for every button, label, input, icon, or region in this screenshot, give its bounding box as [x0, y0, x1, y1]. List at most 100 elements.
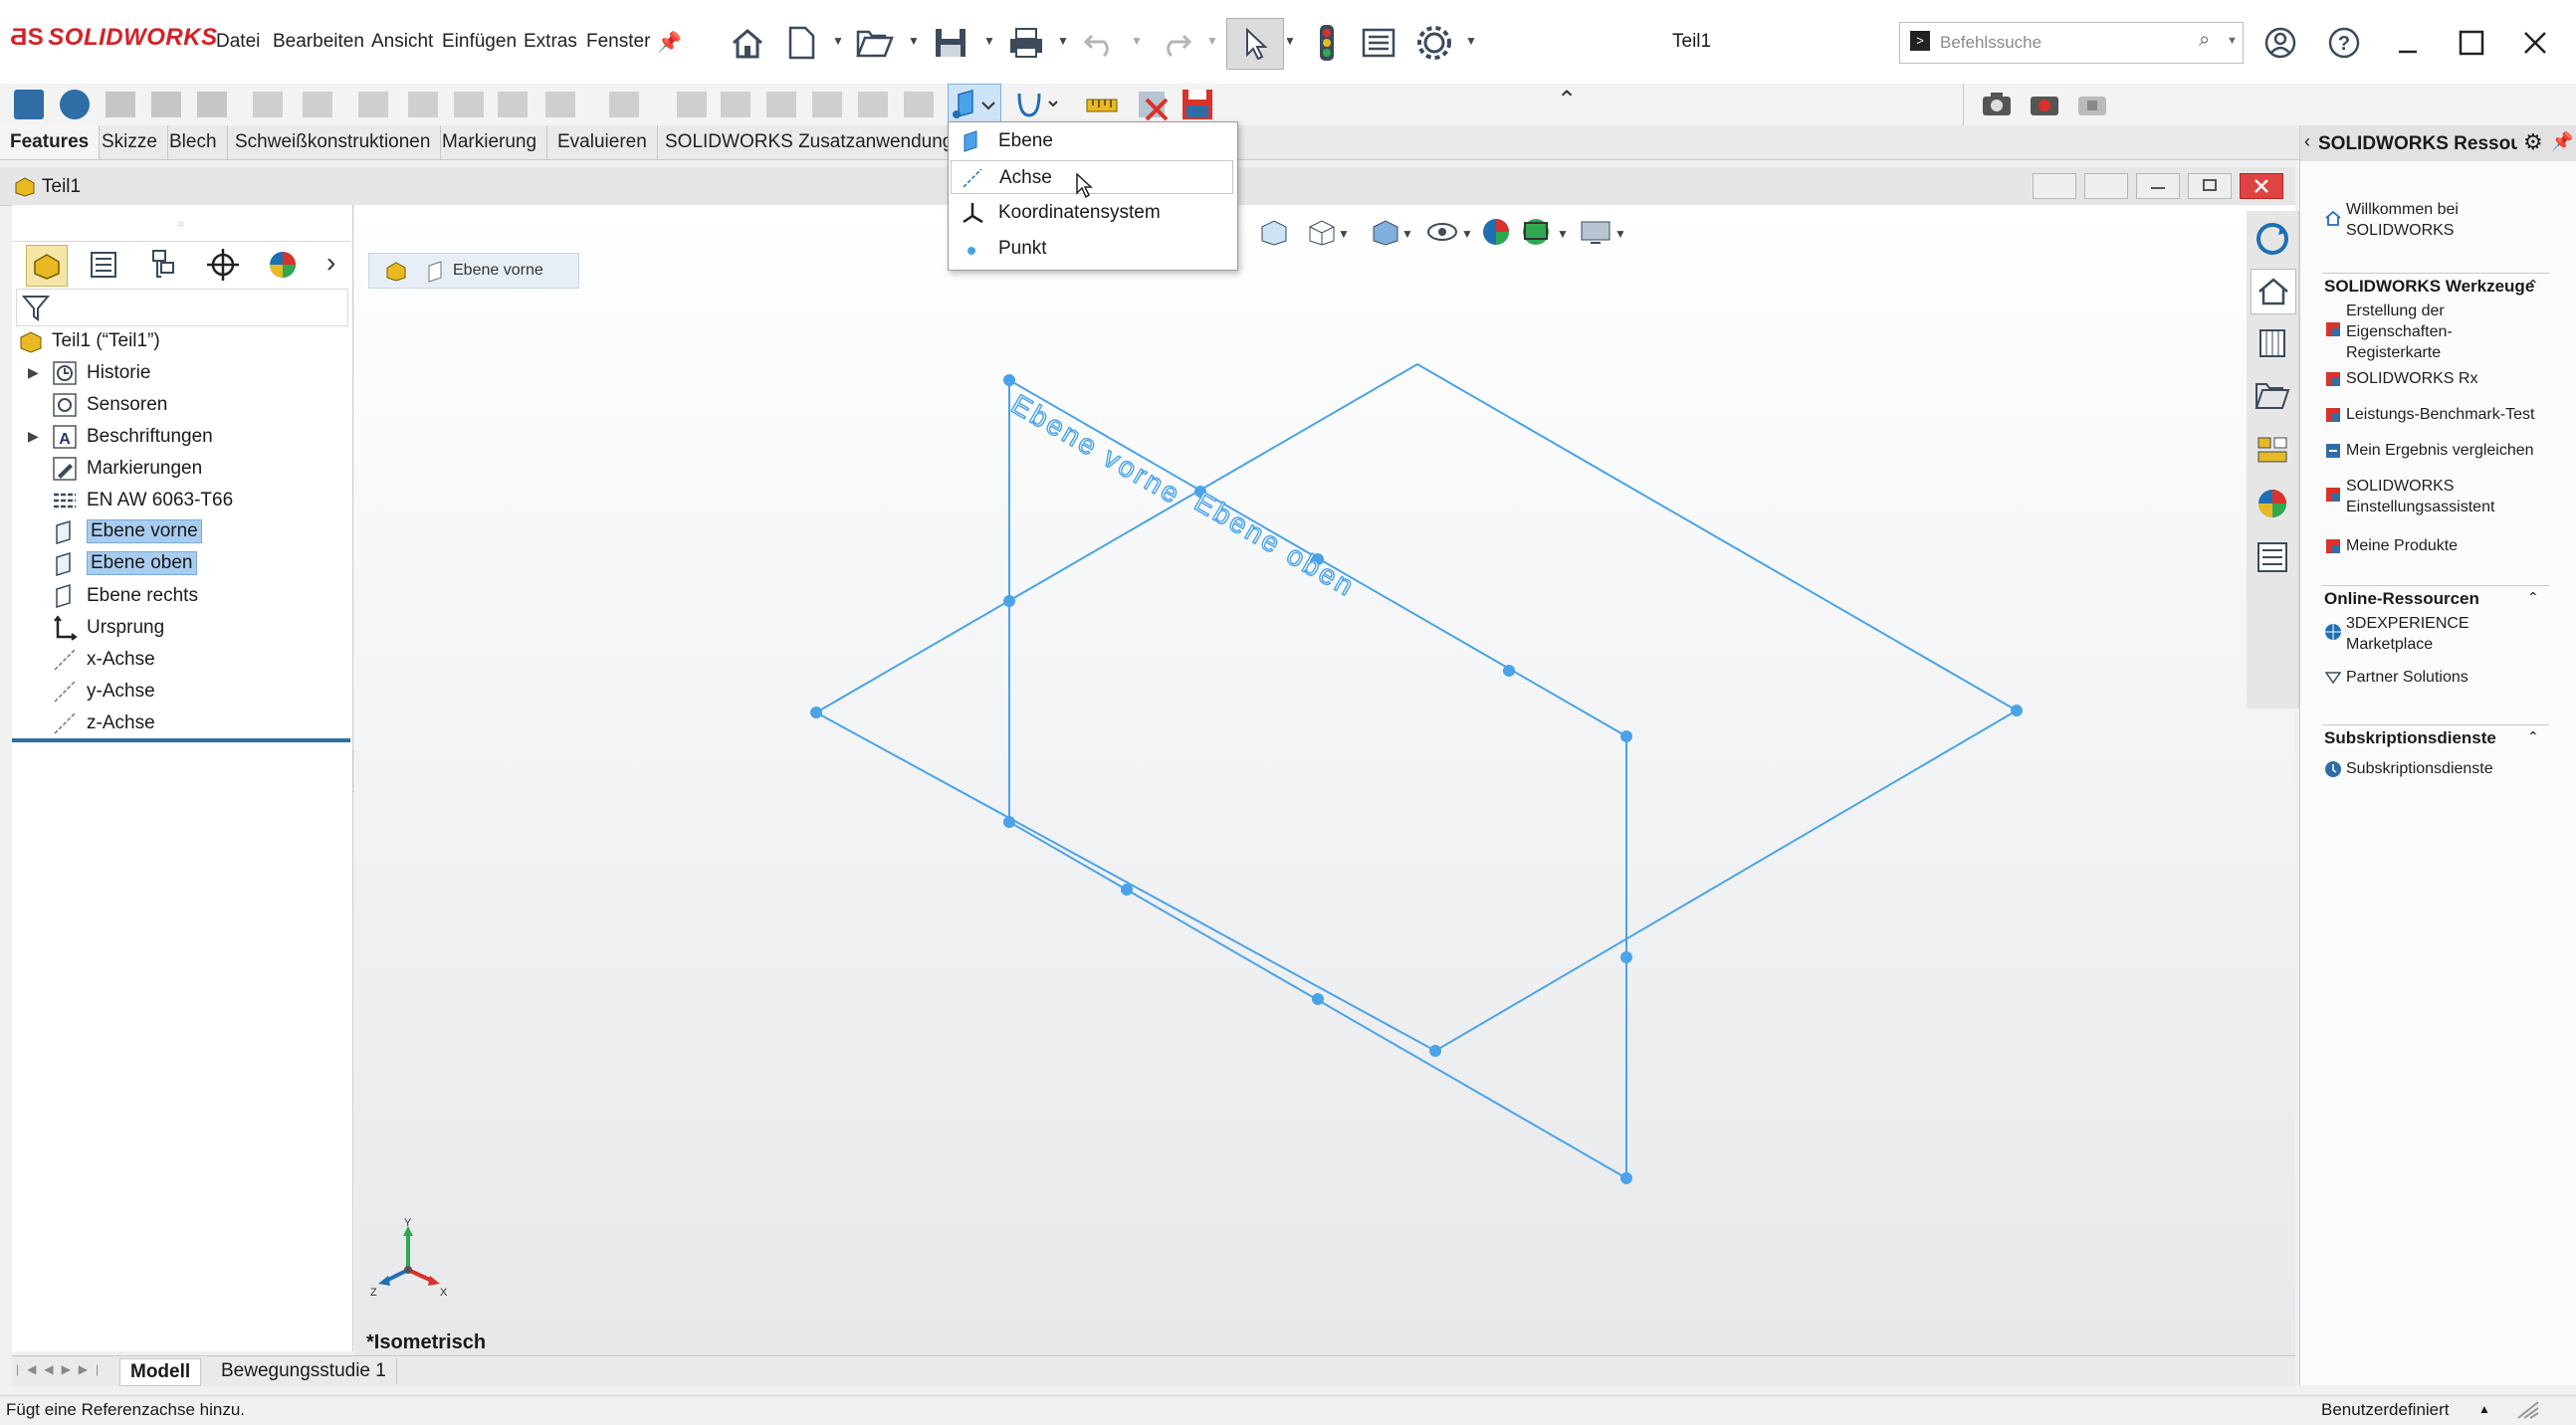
- tab-zusatzanwendungen[interactable]: SOLIDWORKS Zusatzanwendungen: [655, 125, 985, 159]
- chevron-up-icon[interactable]: ⌃: [2527, 277, 2539, 294]
- dome-icon[interactable]: [721, 92, 751, 117]
- tree-item-y-achse[interactable]: y-Achse: [12, 677, 350, 707]
- tree-item-x-achse[interactable]: x-Achse: [12, 645, 350, 675]
- display-manager-tab[interactable]: [263, 245, 303, 285]
- redo-icon[interactable]: [1153, 20, 1198, 66]
- measure-icon[interactable]: [1085, 90, 1119, 119]
- chevron-down-icon[interactable]: ▼: [983, 34, 995, 48]
- view-palette-icon[interactable]: [2253, 430, 2292, 470]
- split-icon[interactable]: [766, 92, 796, 117]
- curves-dropdown-icon[interactable]: [1015, 88, 1063, 121]
- tree-item-markierungen[interactable]: Markierungen: [12, 454, 350, 484]
- tab-scroll-arrows[interactable]: |◀◀▶▶|: [16, 1362, 107, 1376]
- chevron-down-icon[interactable]: ▼: [1465, 34, 1477, 48]
- expand-arrow-icon[interactable]: ▶: [28, 364, 39, 381]
- extruded-cut-icon[interactable]: [151, 92, 181, 117]
- section-header-subscription[interactable]: Subskriptionsdienste: [2324, 728, 2496, 748]
- tab-skizze[interactable]: Skizze: [92, 125, 168, 159]
- tool-link[interactable]: SOLIDWORKS Rx: [2346, 368, 2477, 389]
- expand-arrow-icon[interactable]: ▶: [28, 428, 39, 445]
- menu-fenster[interactable]: Fenster: [586, 31, 650, 53]
- tree-item-material[interactable]: EN AW 6063-T66: [12, 486, 350, 515]
- subscription-link[interactable]: Subskriptionsdienste: [2346, 758, 2493, 779]
- home-icon[interactable]: [2251, 269, 2296, 314]
- rebuild-traffic-light-icon[interactable]: [1304, 20, 1350, 66]
- collapse-toolbar-icon[interactable]: ⌃: [1557, 86, 1577, 114]
- tree-item-ebene-vorne[interactable]: Ebene vorne: [12, 517, 350, 547]
- chevron-right-icon[interactable]: ›: [326, 247, 335, 279]
- combine-icon[interactable]: [904, 92, 934, 117]
- linear-pattern-icon[interactable]: [545, 92, 575, 117]
- refresh-resources-icon[interactable]: [2253, 219, 2292, 259]
- file-properties-icon[interactable]: [1356, 20, 1401, 66]
- revolved-cut-icon[interactable]: [197, 92, 227, 117]
- revolved-boss-icon[interactable]: [60, 90, 90, 119]
- tile-left-button[interactable]: [2033, 173, 2076, 199]
- chevron-down-icon[interactable]: ▼: [1131, 34, 1143, 48]
- menu-einfuegen[interactable]: Einfügen: [442, 31, 517, 53]
- intersect-icon[interactable]: [677, 92, 707, 117]
- rib-icon[interactable]: [358, 92, 388, 117]
- menu-item-punkt[interactable]: Punkt: [951, 232, 1233, 266]
- resize-grip-icon[interactable]: [2514, 1398, 2540, 1420]
- design-library-icon[interactable]: [2253, 322, 2292, 362]
- mirror-icon[interactable]: [609, 92, 639, 117]
- tool-link[interactable]: Meine Produkte: [2346, 535, 2458, 556]
- search-icon[interactable]: ⌕: [2199, 29, 2210, 52]
- tab-blech[interactable]: Blech: [159, 125, 228, 159]
- undo-icon[interactable]: [1077, 20, 1123, 66]
- property-manager-tab[interactable]: [84, 245, 123, 285]
- online-link[interactable]: 3DEXPERIENCE Marketplace: [2346, 613, 2475, 655]
- chevron-down-icon[interactable]: ▼: [908, 34, 920, 48]
- pin-icon[interactable]: 📌: [657, 30, 682, 55]
- command-search-input[interactable]: > Befehlssuche ⌕ ▼: [1899, 22, 2244, 64]
- tree-item-ebene-rechts[interactable]: Ebene rechts: [12, 581, 350, 611]
- tool-link[interactable]: Leistungs-Benchmark-Test: [2346, 404, 2534, 425]
- gear-icon[interactable]: [1411, 20, 1457, 66]
- tab-modell[interactable]: Modell: [119, 1358, 202, 1386]
- tree-item-ebene-oben[interactable]: Ebene oben: [12, 549, 350, 579]
- tab-markierung[interactable]: Markierung: [432, 125, 548, 159]
- online-link[interactable]: Partner Solutions: [2346, 667, 2469, 688]
- curves-icon[interactable]: [812, 92, 842, 117]
- menu-ansicht[interactable]: Ansicht: [371, 31, 433, 53]
- custom-properties-icon[interactable]: [2253, 537, 2292, 577]
- pin-icon[interactable]: 📌: [2551, 131, 2573, 152]
- minimize-icon[interactable]: [2385, 20, 2431, 66]
- user-account-icon[interactable]: [2257, 20, 2303, 66]
- hole-wizard-icon[interactable]: [253, 92, 283, 117]
- doc-close-button[interactable]: [2240, 173, 2283, 199]
- record-camera-icon[interactable]: [2029, 90, 2060, 117]
- chevron-down-icon[interactable]: ▼: [832, 34, 844, 48]
- help-icon[interactable]: ?: [2321, 20, 2367, 66]
- graphics-viewport[interactable]: Ebene vorne ▼ ▼ ▼ ▼ ▼ Ebene vorne Ebene …: [354, 205, 2295, 1357]
- appearances-icon[interactable]: [2253, 484, 2292, 523]
- tree-item-beschriftungen[interactable]: ▶ A Beschriftungen: [12, 422, 350, 452]
- section-header-online[interactable]: Online-Ressourcen: [2324, 589, 2479, 609]
- chevron-down-icon[interactable]: ▼: [1284, 34, 1296, 48]
- wrap-icon[interactable]: [498, 92, 528, 117]
- tree-item-historie[interactable]: ▶ Historie: [12, 358, 350, 388]
- chevron-down-icon[interactable]: ▼: [2227, 35, 2238, 47]
- swept-boss-icon[interactable]: [106, 92, 135, 117]
- select-pointer-icon[interactable]: [1226, 18, 1284, 70]
- tab-features[interactable]: Features: [0, 125, 101, 159]
- open-icon[interactable]: [852, 20, 898, 66]
- menu-bearbeiten[interactable]: Bearbeiten: [273, 31, 364, 53]
- feature-filter-input[interactable]: [16, 289, 348, 326]
- home-icon[interactable]: [725, 20, 770, 66]
- menu-datei[interactable]: Datei: [216, 31, 260, 53]
- reference-geometry-button[interactable]: [948, 84, 1001, 125]
- dimxpert-manager-tab[interactable]: [203, 245, 243, 285]
- save-exit-icon[interactable]: [1181, 88, 1214, 121]
- chevron-up-icon[interactable]: ▲: [2478, 1402, 2490, 1416]
- welcome-link[interactable]: Willkommen bei SOLIDWORKS: [2346, 199, 2545, 241]
- fillet-icon[interactable]: [303, 92, 332, 117]
- menu-item-koordinatensystem[interactable]: Koordinatensystem: [951, 196, 1233, 230]
- feature-manager-tab[interactable]: [26, 245, 68, 287]
- gear-icon[interactable]: ⚙: [2523, 129, 2543, 155]
- solidworks-logo[interactable]: ƋS SOLIDWORKS: [10, 24, 218, 52]
- stop-recording-icon[interactable]: [2076, 90, 2108, 117]
- chevron-down-icon[interactable]: ▼: [1057, 34, 1069, 48]
- tree-root-part[interactable]: Teil1 (“Teil1”): [12, 326, 350, 356]
